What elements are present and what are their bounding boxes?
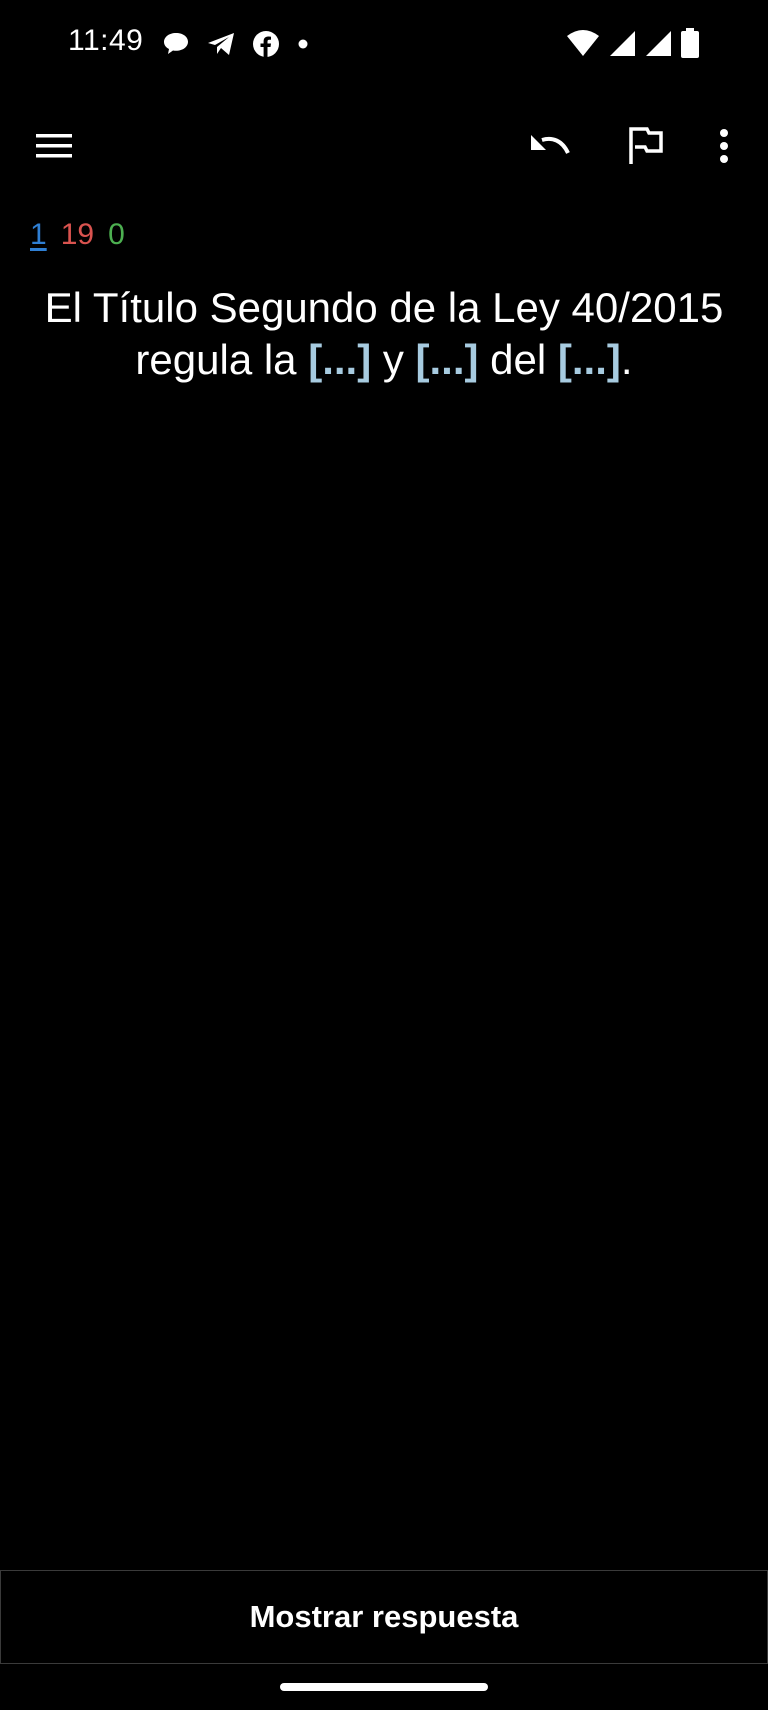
flag-button[interactable] (608, 110, 684, 186)
new-count: 1 (30, 218, 47, 251)
signal-icon (644, 29, 672, 57)
cloze-deletion: [...] (308, 336, 372, 383)
telegram-icon (206, 31, 236, 57)
more-options-button[interactable] (686, 110, 762, 186)
question-text: . (620, 336, 633, 383)
card-counts: 1 19 0 (30, 218, 125, 252)
notification-icons (162, 30, 310, 58)
facebook-icon (252, 30, 280, 58)
system-icons (566, 28, 700, 58)
signal-icon (608, 29, 636, 57)
show-answer-button[interactable]: Mostrar respuesta (0, 1570, 768, 1664)
cloze-deletion: [...] (415, 336, 479, 383)
status-bar: 11:49 (0, 0, 768, 90)
undo-button[interactable] (512, 110, 588, 186)
more-vert-icon (718, 128, 730, 169)
review-count: 0 (108, 218, 125, 251)
notification-dot-icon (296, 37, 310, 51)
menu-icon (34, 131, 74, 166)
card-question: El Título Segundo de la Ley 40/2015 regu… (14, 282, 754, 386)
question-text: del (478, 336, 558, 383)
show-answer-label: Mostrar respuesta (249, 1599, 519, 1634)
wifi-icon (566, 29, 600, 57)
battery-icon (680, 28, 700, 58)
flag-icon (627, 126, 665, 171)
toolbar (0, 110, 768, 186)
menu-button[interactable] (16, 110, 92, 186)
chat-bubble-icon (162, 31, 190, 57)
undo-icon (528, 131, 572, 166)
question-text: y (371, 336, 416, 383)
gesture-nav-handle[interactable] (280, 1683, 488, 1691)
learning-count: 19 (60, 218, 95, 251)
status-time: 11:49 (68, 24, 144, 57)
cloze-deletion: [...] (557, 336, 621, 383)
